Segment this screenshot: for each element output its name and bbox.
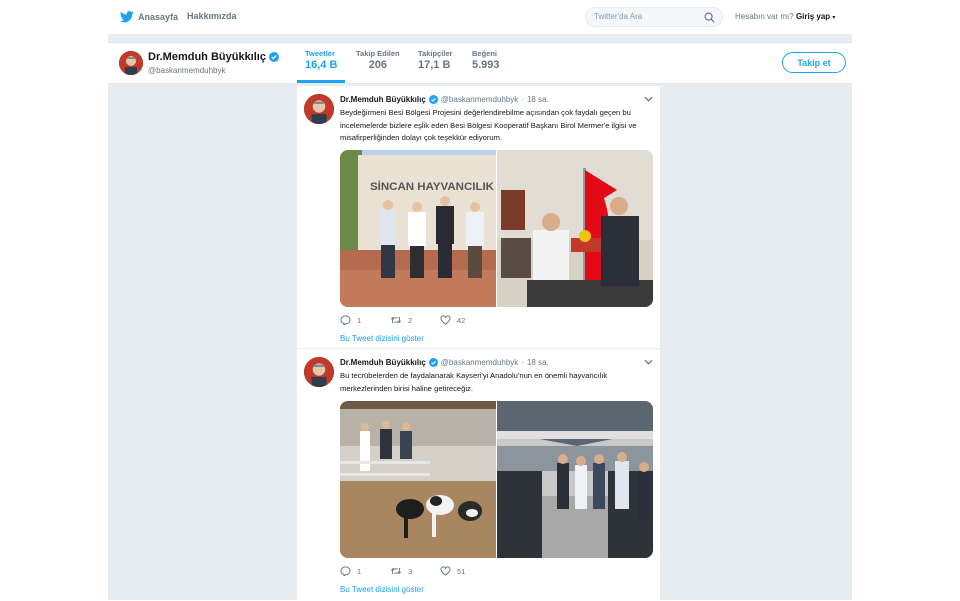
- stat-value: 5.993: [472, 59, 500, 71]
- profile-avatar[interactable]: [119, 51, 143, 75]
- heart-icon: [440, 566, 451, 576]
- separator-dot: ·: [521, 95, 524, 104]
- retweet-action[interactable]: 2: [390, 315, 440, 325]
- login-prompt: Hesabın var mı? Giriş yap ▾: [735, 12, 835, 21]
- tweet-author-handle[interactable]: @baskanmemduhbyk: [441, 95, 519, 104]
- tweet-photo[interactable]: [497, 150, 653, 307]
- heart-icon: [440, 315, 451, 325]
- reply-icon: [340, 566, 351, 576]
- tweet-media[interactable]: SİNCAN HAYVANCILIK: [340, 150, 653, 307]
- tweet-header: Dr.Memduh Büyükkılıç @baskanmemduhbyk · …: [340, 95, 549, 104]
- like-count: 51: [457, 566, 466, 576]
- retweet-icon: [390, 317, 402, 323]
- stat-label: Takipçiler: [418, 49, 453, 58]
- nav-home[interactable]: Anasayfa: [120, 11, 178, 23]
- stat-likes[interactable]: Beğeni 5.993: [472, 49, 500, 71]
- tweet-text: Beydeğirmeni Besi Bölgesi Projesini değe…: [340, 108, 637, 142]
- tweet-header: Dr.Memduh Büyükkılıç @baskanmemduhbyk · …: [340, 358, 549, 367]
- follow-button[interactable]: Takip et: [782, 52, 846, 73]
- like-action[interactable]: 51: [440, 566, 490, 576]
- tweet-photo[interactable]: [340, 401, 496, 558]
- verified-badge-icon: [428, 358, 438, 367]
- building-sign-text: SİNCAN HAYVANCILIK: [370, 180, 494, 193]
- profile-name-text: Dr.Memduh Büyükkılıç: [148, 51, 266, 63]
- retweet-count: 2: [408, 315, 413, 325]
- verified-badge-icon: [268, 52, 279, 62]
- tweet-actions: 1 3 51: [340, 566, 490, 576]
- search-box: [585, 7, 723, 27]
- tweet-timeline: Dr.Memduh Büyükkılıç @baskanmemduhbyk · …: [297, 86, 660, 600]
- chevron-down-icon[interactable]: [644, 96, 653, 102]
- like-count: 42: [457, 315, 466, 325]
- tweet-avatar[interactable]: [304, 357, 334, 387]
- retweet-count: 3: [408, 566, 413, 576]
- tweet[interactable]: Dr.Memduh Büyükkılıç @baskanmemduhbyk · …: [297, 348, 660, 601]
- reply-action[interactable]: 1: [340, 315, 390, 325]
- tweet-avatar[interactable]: [304, 94, 334, 124]
- like-action[interactable]: 42: [440, 315, 490, 325]
- tweet-actions: 1 2 42: [340, 315, 490, 325]
- tweet-photo[interactable]: [497, 401, 653, 558]
- chevron-down-icon[interactable]: [644, 359, 653, 365]
- tweet-timestamp[interactable]: 18 sa.: [527, 95, 549, 104]
- verified-badge-icon: [428, 95, 438, 104]
- retweet-icon: [390, 568, 402, 574]
- show-thread-link[interactable]: Bu Tweet dizisini göster: [340, 334, 424, 343]
- tweet-author-name[interactable]: Dr.Memduh Büyükkılıç: [340, 95, 426, 104]
- stat-value: 17,1 B: [418, 59, 451, 71]
- tweet-text: Bu tecrübelerden de faydalanarak Kayseri…: [340, 371, 608, 393]
- tweet-author-name[interactable]: Dr.Memduh Büyükkılıç: [340, 358, 426, 367]
- reply-icon: [340, 315, 351, 325]
- stat-followers[interactable]: Takipçiler 17,1 B: [418, 49, 452, 71]
- profile-handle[interactable]: @baskanmemduhbyk: [148, 66, 226, 75]
- tweet[interactable]: Dr.Memduh Büyükkılıç @baskanmemduhbyk · …: [297, 86, 660, 348]
- stat-following[interactable]: Takip Edilen 206: [356, 49, 400, 71]
- stat-label: Beğeni: [472, 49, 498, 58]
- login-link[interactable]: Giriş yap: [796, 12, 830, 21]
- separator-dot: ·: [521, 358, 524, 367]
- profile-bar: Dr.Memduh Büyükkılıç @baskanmemduhbyk Tw…: [108, 42, 852, 84]
- tweet-media[interactable]: [340, 401, 653, 558]
- profile-name[interactable]: Dr.Memduh Büyükkılıç: [148, 51, 279, 63]
- stat-tweets[interactable]: Tweetler 16,4 B: [297, 49, 346, 83]
- reply-count: 1: [357, 566, 362, 576]
- stat-label: Tweetler: [305, 49, 335, 58]
- nav-about[interactable]: Hakkımızda: [187, 11, 237, 21]
- tweet-timestamp[interactable]: 18 sa.: [527, 358, 549, 367]
- retweet-action[interactable]: 3: [390, 566, 440, 576]
- show-thread-link[interactable]: Bu Tweet dizisini göster: [340, 585, 424, 594]
- login-prompt-text: Hesabın var mı?: [735, 12, 794, 21]
- reply-action[interactable]: 1: [340, 566, 390, 576]
- stat-value: 16,4 B: [305, 59, 338, 71]
- twitter-bird-icon: [120, 11, 134, 23]
- nav-home-label: Anasayfa: [138, 12, 179, 22]
- nav-about-label: Hakkımızda: [187, 11, 237, 21]
- reply-count: 1: [357, 315, 362, 325]
- search-icon[interactable]: [704, 12, 715, 23]
- tweet-photo[interactable]: SİNCAN HAYVANCILIK: [340, 150, 496, 307]
- stat-value: 206: [368, 59, 387, 71]
- stat-label: Takip Edilen: [356, 49, 400, 58]
- tweet-author-handle[interactable]: @baskanmemduhbyk: [441, 358, 519, 367]
- top-nav-bar: Anasayfa Hakkımızda Hesabın var mı? Giri…: [108, 0, 852, 35]
- search-input[interactable]: [594, 12, 699, 21]
- chevron-down-icon[interactable]: ▾: [832, 15, 835, 21]
